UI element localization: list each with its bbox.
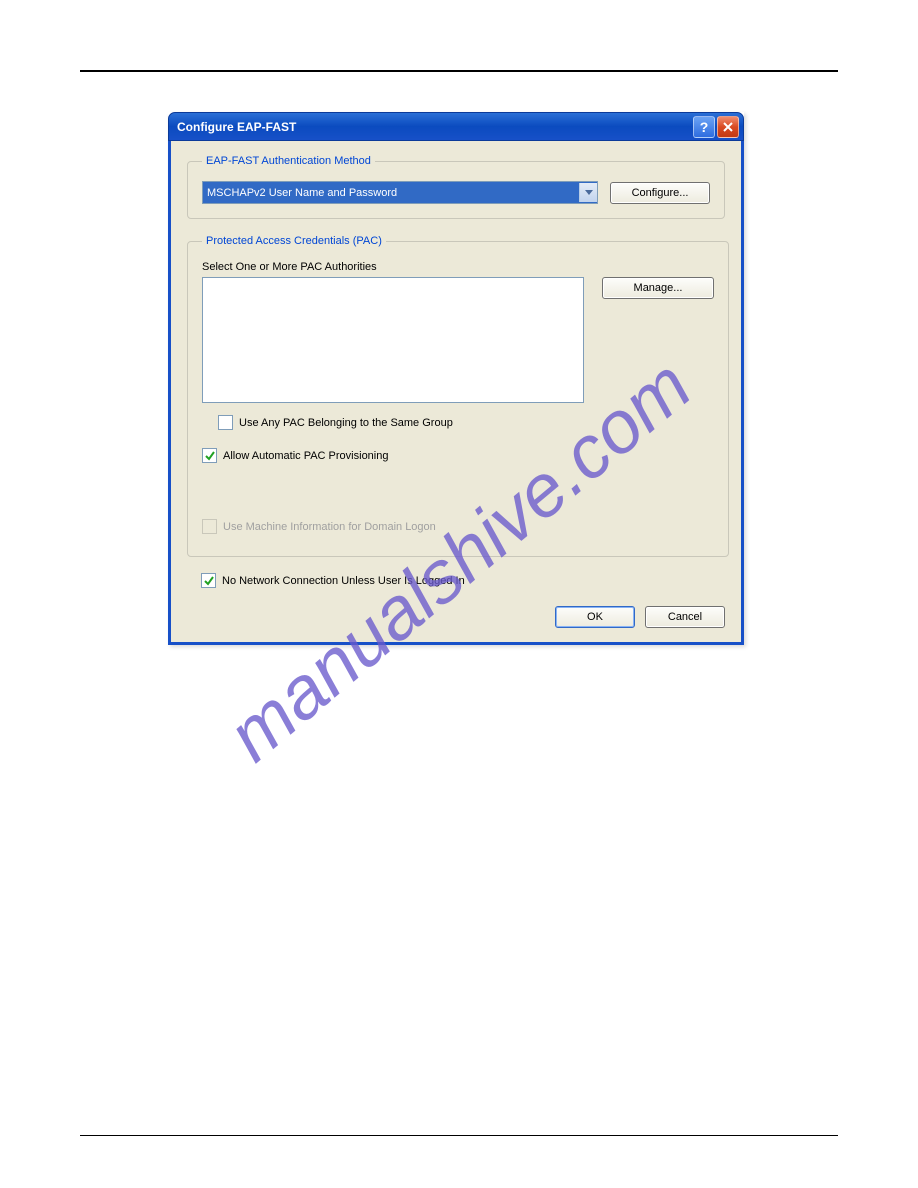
- bottom-horizontal-rule: [80, 1135, 838, 1136]
- no-network-label: No Network Connection Unless User Is Log…: [222, 575, 465, 587]
- allow-auto-pac-row: Allow Automatic PAC Provisioning: [202, 448, 714, 463]
- chevron-down-icon: [579, 183, 597, 202]
- auth-method-dropdown[interactable]: MSCHAPv2 User Name and Password: [202, 181, 598, 204]
- use-any-pac-label: Use Any PAC Belonging to the Same Group: [239, 417, 453, 429]
- pac-legend: Protected Access Credentials (PAC): [202, 235, 386, 247]
- top-horizontal-rule: [80, 70, 838, 72]
- close-button[interactable]: [717, 116, 739, 138]
- cancel-button[interactable]: Cancel: [645, 606, 725, 628]
- allow-auto-pac-checkbox[interactable]: [202, 448, 217, 463]
- use-any-pac-row: Use Any PAC Belonging to the Same Group: [218, 415, 714, 430]
- use-machine-info-checkbox: [202, 519, 217, 534]
- pac-group: Protected Access Credentials (PAC) Selec…: [187, 235, 729, 557]
- configure-button[interactable]: Configure...: [610, 182, 710, 204]
- dialog-body: EAP-FAST Authentication Method MSCHAPv2 …: [168, 141, 744, 645]
- check-icon: [204, 576, 214, 586]
- dialog-footer: OK Cancel: [187, 606, 725, 628]
- use-machine-info-label: Use Machine Information for Domain Logon: [223, 521, 436, 533]
- configure-eap-fast-dialog: Configure EAP-FAST ? EAP-FAST Authentica…: [168, 112, 744, 645]
- pac-select-label: Select One or More PAC Authorities: [202, 261, 714, 273]
- pac-authorities-listbox[interactable]: [202, 277, 584, 403]
- use-any-pac-checkbox[interactable]: [218, 415, 233, 430]
- auth-method-value: MSCHAPv2 User Name and Password: [207, 187, 579, 199]
- help-button[interactable]: ?: [693, 116, 715, 138]
- manage-button[interactable]: Manage...: [602, 277, 714, 299]
- auth-method-group: EAP-FAST Authentication Method MSCHAPv2 …: [187, 155, 725, 219]
- no-network-row: No Network Connection Unless User Is Log…: [201, 573, 725, 588]
- help-icon: ?: [700, 119, 709, 135]
- titlebar[interactable]: Configure EAP-FAST ?: [168, 112, 744, 141]
- check-icon: [205, 451, 215, 461]
- auth-method-legend: EAP-FAST Authentication Method: [202, 155, 375, 167]
- ok-button[interactable]: OK: [555, 606, 635, 628]
- use-machine-info-row: Use Machine Information for Domain Logon: [202, 519, 714, 534]
- allow-auto-pac-label: Allow Automatic PAC Provisioning: [223, 450, 388, 462]
- close-icon: [723, 122, 733, 132]
- dialog-title: Configure EAP-FAST: [177, 120, 691, 134]
- no-network-checkbox[interactable]: [201, 573, 216, 588]
